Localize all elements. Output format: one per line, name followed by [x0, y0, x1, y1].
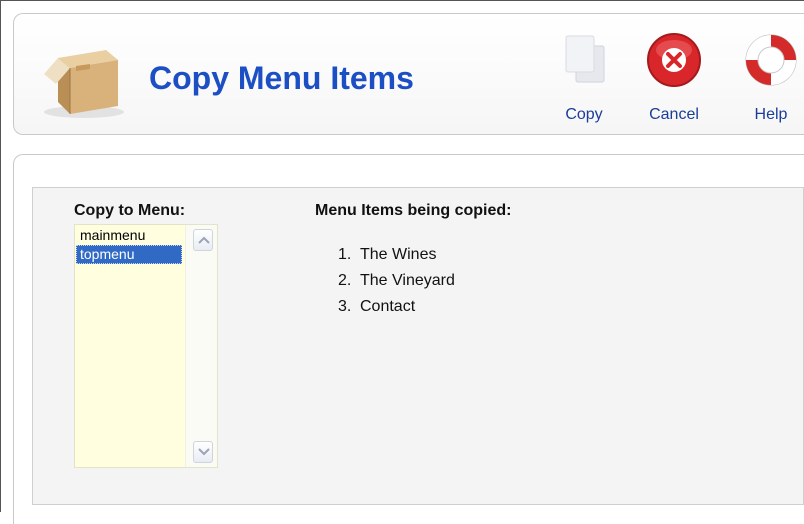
chevron-up-icon — [198, 236, 210, 244]
cancel-button-label: Cancel — [649, 106, 699, 123]
listbox-scrollbar[interactable] — [185, 225, 217, 467]
toolbar: Copy Menu Items Copy Cancel Help — [13, 13, 804, 135]
menu-option-topmenu[interactable]: topmenu — [76, 245, 182, 264]
page-title: Copy Menu Items — [149, 60, 414, 96]
package-box-icon — [44, 50, 124, 118]
items-being-copied-label: Menu Items being copied: — [315, 202, 512, 219]
menu-option-mainmenu[interactable]: mainmenu — [76, 226, 182, 245]
window-frame: Copy Menu Items Copy Cancel Help Copy to… — [0, 0, 804, 524]
copy-button-label: Copy — [565, 106, 603, 123]
copy-button[interactable]: Copy — [544, 30, 624, 134]
help-button-label: Help — [754, 106, 788, 123]
list-item: 1. The Wines — [338, 246, 437, 263]
copy-to-menu-select[interactable]: mainmenu topmenu — [74, 224, 218, 468]
list-item: 2. The Vineyard — [338, 272, 455, 289]
list-item: 3. Contact — [338, 298, 416, 315]
help-button[interactable]: Help — [731, 30, 804, 134]
copy-icon — [565, 35, 605, 83]
cancel-icon — [647, 33, 701, 87]
main-content: Copy to Menu: Menu Items being copied: m… — [13, 154, 804, 524]
copied-items-list: 1. The Wines 2. The Vineyard 3. Contact — [338, 242, 455, 320]
copy-form-panel: Copy to Menu: Menu Items being copied: m… — [32, 187, 804, 505]
copy-to-menu-label: Copy to Menu: — [74, 202, 186, 219]
scroll-up-button[interactable] — [193, 229, 213, 251]
scroll-down-button[interactable] — [193, 441, 213, 463]
cancel-button[interactable]: Cancel — [634, 30, 714, 134]
help-lifebuoy-icon — [745, 34, 797, 86]
item-title: Contact — [360, 298, 416, 315]
item-title: The Vineyard — [360, 272, 455, 289]
item-title: The Wines — [360, 246, 437, 263]
chevron-down-icon — [198, 448, 210, 456]
